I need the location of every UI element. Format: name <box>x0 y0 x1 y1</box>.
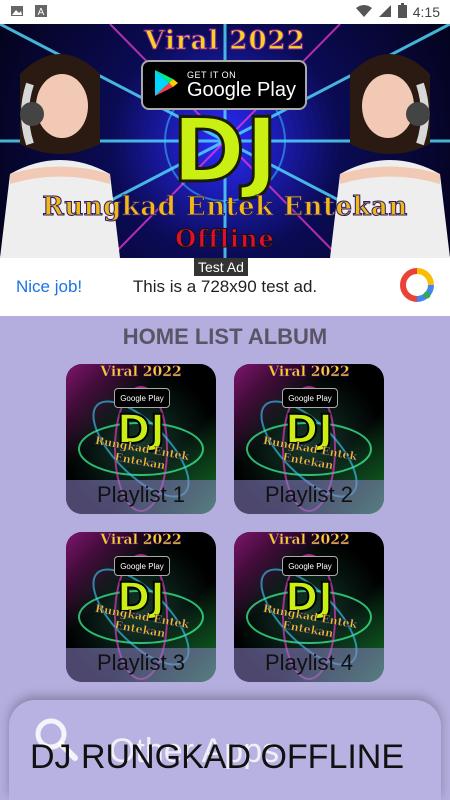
card-google-play-badge: Google Play <box>282 388 338 408</box>
card-viral-text: Viral 2022 <box>100 532 182 548</box>
card-viral-text: Viral 2022 <box>268 532 350 548</box>
banner-dj-text: DJ <box>171 99 280 202</box>
test-ad-label: Test Ad <box>194 258 248 276</box>
playlist-card-3[interactable]: Viral 2022 Google Play DJ Rungkad Entek … <box>66 532 216 682</box>
playlist-label: Playlist 2 <box>264 482 354 507</box>
card-google-play-badge: Google Play <box>114 388 170 408</box>
card-google-play-badge: Google Play <box>282 556 338 576</box>
card-viral-text: Viral 2022 <box>100 364 182 380</box>
playlist-label: Playlist 1 <box>96 482 186 507</box>
signal-icon <box>378 4 392 21</box>
clock: 4:15 <box>412 4 440 20</box>
wifi-icon <box>355 4 372 21</box>
svg-text:A: A <box>38 7 45 18</box>
ad-nice-job[interactable]: Nice job! <box>16 277 82 297</box>
playlist-card-4[interactable]: Viral 2022 Google Play DJ Rungkad Entek … <box>234 532 384 682</box>
badge-big-text: Google Play <box>187 78 296 101</box>
playlist-label: Playlist 4 <box>264 650 354 675</box>
playlist-label: Playlist 3 <box>96 650 186 675</box>
notification-a-icon: A <box>34 4 48 21</box>
playlist-card-1[interactable]: Viral 2022 Google Play DJ Rungkad Entek … <box>66 364 216 514</box>
playlist-card-2[interactable]: Viral 2022 Google Play DJ Rungkad Entek … <box>234 364 384 514</box>
image-icon <box>10 4 24 21</box>
google-play-icon <box>153 69 179 102</box>
header-banner: Viral 2022 GET IT ON Google Play DJ Rung… <box>0 24 450 258</box>
ad-logo-icon <box>400 267 434 307</box>
home-list-title: HOME LIST ALBUM <box>122 324 328 349</box>
banner-offline-text: Offline <box>175 224 275 254</box>
status-bar: A 4:15 <box>0 0 450 24</box>
banner-subtitle: Rungkad Entek Entekan <box>42 192 408 223</box>
banner-viral-text: Viral 2022 <box>144 26 306 57</box>
card-viral-text: Viral 2022 <box>268 364 350 380</box>
battery-icon <box>397 3 407 21</box>
card-google-play-badge: Google Play <box>114 556 170 576</box>
app-title: DJ RUNGKAD OFFLINE <box>30 738 405 776</box>
